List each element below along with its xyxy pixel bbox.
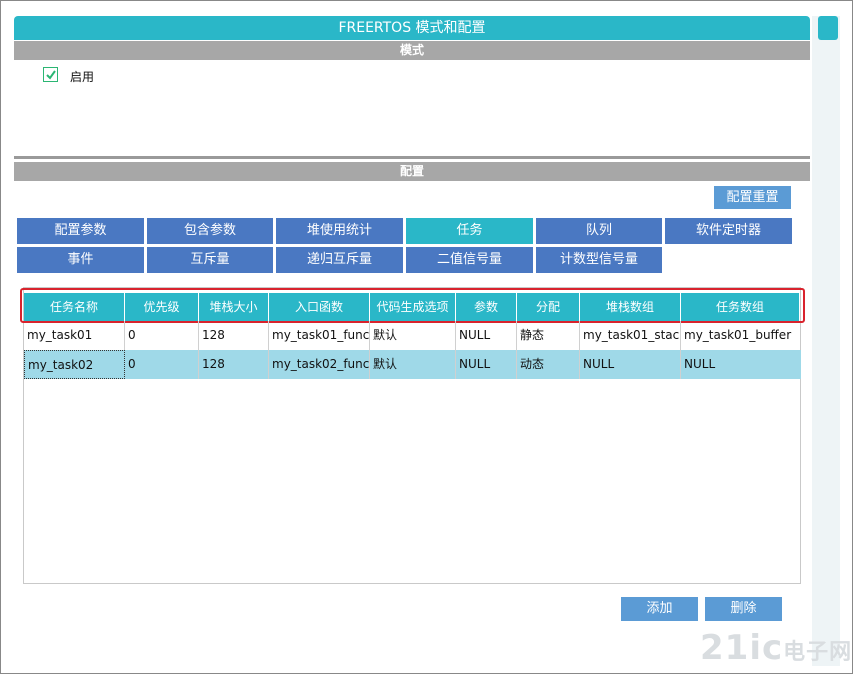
window-title: FREERTOS 模式和配置 bbox=[14, 16, 810, 40]
section-divider bbox=[14, 156, 810, 159]
tab-heap-usage[interactable]: 堆使用统计 bbox=[276, 218, 403, 244]
tab-include-params[interactable]: 包含参数 bbox=[147, 218, 273, 244]
cell-code-generation[interactable]: 默认 bbox=[370, 321, 456, 350]
tab-counting-semaphores[interactable]: 计数型信号量 bbox=[536, 247, 662, 273]
cell-task-array[interactable]: my_task01_buffer bbox=[681, 321, 800, 350]
cell-task-name[interactable]: my_task02 bbox=[24, 350, 125, 379]
mode-section-header: 模式 bbox=[14, 41, 810, 60]
cell-task-array[interactable]: NULL bbox=[681, 350, 800, 379]
cell-priority[interactable]: 0 bbox=[125, 321, 199, 350]
tab-binary-semaphores[interactable]: 二值信号量 bbox=[406, 247, 533, 273]
cell-entry-function[interactable]: my_task02_func bbox=[269, 350, 370, 379]
enable-label: 启用 bbox=[70, 70, 95, 84]
tab-mutexes[interactable]: 互斥量 bbox=[147, 247, 273, 273]
tab-software-timers[interactable]: 软件定时器 bbox=[665, 218, 792, 244]
table-row-selected[interactable]: my_task02 0 128 my_task02_func 默认 NULL 动… bbox=[24, 350, 801, 379]
right-panel-tab[interactable] bbox=[818, 16, 838, 40]
check-icon bbox=[46, 70, 56, 80]
tab-config-params[interactable]: 配置参数 bbox=[17, 218, 144, 244]
cell-parameter[interactable]: NULL bbox=[456, 350, 517, 379]
cell-stack-array[interactable]: NULL bbox=[580, 350, 681, 379]
cell-priority[interactable]: 0 bbox=[125, 350, 199, 379]
cell-stack-array[interactable]: my_task01_stack bbox=[580, 321, 681, 350]
cell-parameter[interactable]: NULL bbox=[456, 321, 517, 350]
header-highlight-outline bbox=[20, 288, 805, 323]
add-button[interactable]: 添加 bbox=[621, 597, 698, 621]
cell-allocation[interactable]: 静态 bbox=[517, 321, 580, 350]
cell-stack-size[interactable]: 128 bbox=[199, 350, 269, 379]
tab-queues[interactable]: 队列 bbox=[536, 218, 662, 244]
cell-allocation[interactable]: 动态 bbox=[517, 350, 580, 379]
cell-task-name[interactable]: my_task01 bbox=[24, 321, 125, 350]
delete-button[interactable]: 删除 bbox=[705, 597, 782, 621]
config-reset-button[interactable]: 配置重置 bbox=[714, 186, 791, 209]
cell-code-generation[interactable]: 默认 bbox=[370, 350, 456, 379]
tab-tasks[interactable]: 任务 bbox=[406, 218, 533, 244]
config-section-header: 配置 bbox=[14, 162, 810, 181]
watermark-logo: 21ic电子网 bbox=[700, 628, 853, 668]
tab-recursive-mutexes[interactable]: 递归互斥量 bbox=[276, 247, 403, 273]
cell-stack-size[interactable]: 128 bbox=[199, 321, 269, 350]
tab-events[interactable]: 事件 bbox=[17, 247, 144, 273]
table-row[interactable]: my_task01 0 128 my_task01_func 默认 NULL 静… bbox=[24, 321, 801, 350]
enable-checkbox[interactable] bbox=[43, 67, 58, 82]
cell-entry-function[interactable]: my_task01_func bbox=[269, 321, 370, 350]
right-panel-strip bbox=[812, 16, 840, 666]
